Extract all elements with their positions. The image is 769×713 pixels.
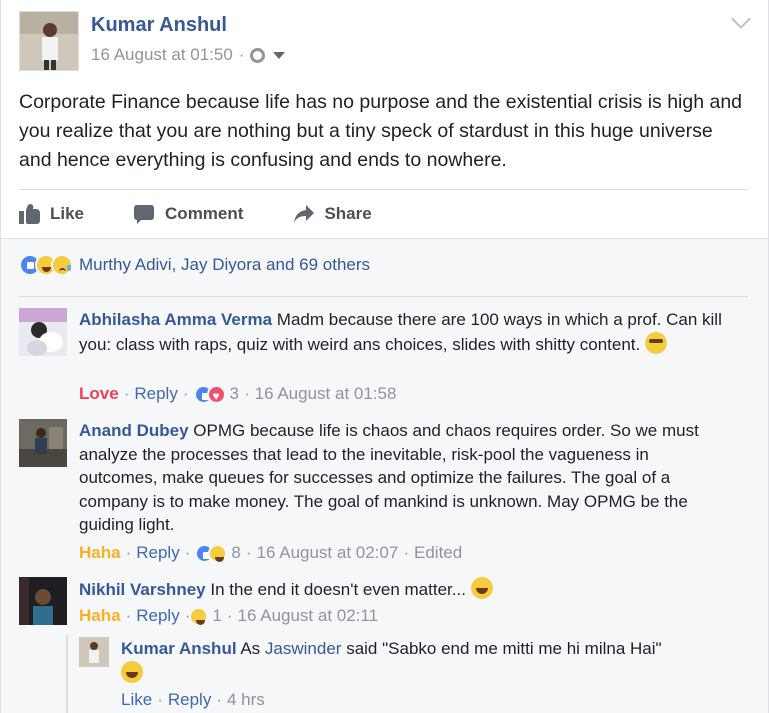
divider: [19, 296, 748, 297]
haha-reaction-icon: [189, 606, 209, 626]
comment-time[interactable]: 16 August at 02:07: [257, 543, 399, 563]
reply-text-before: As: [240, 639, 261, 658]
comment-icon: [134, 204, 156, 224]
commenter-name[interactable]: Anand Dubey: [79, 421, 189, 440]
caret-down-icon[interactable]: [273, 51, 286, 59]
comment-body: Anand Dubey OPMG because life is chaos a…: [79, 419, 729, 537]
sad-reaction-icon: [51, 254, 73, 276]
post-actions: Like Comment Share: [19, 200, 422, 228]
grin-emoji-icon: [470, 577, 493, 599]
post-author-name[interactable]: Kumar Anshul: [91, 14, 227, 37]
chevron-down-icon[interactable]: [731, 9, 751, 29]
post-card: Kumar Anshul 16 August at 01:50 · Corpor…: [0, 0, 769, 713]
share-label: Share: [324, 204, 372, 223]
haha-reaction-label[interactable]: Haha: [79, 606, 121, 626]
reaction-count[interactable]: 3: [230, 384, 239, 404]
replier-name[interactable]: Kumar Anshul: [121, 639, 237, 658]
smirk-emoji-icon: [644, 331, 667, 354]
reaction-summary[interactable]: Murthy Adivi, Jay Diyora and 69 others: [19, 254, 370, 276]
post-timestamp[interactable]: 16 August at 01:50: [91, 45, 233, 65]
replier-avatar[interactable]: [79, 637, 109, 667]
mention-link[interactable]: Jaswinder: [265, 639, 342, 658]
like-label: Like: [50, 204, 85, 223]
commenter-name[interactable]: Abhilasha Amma Verma: [79, 310, 272, 329]
comment-button[interactable]: Comment: [134, 204, 243, 224]
comment-time[interactable]: 16 August at 01:58: [255, 384, 397, 404]
reply-text-after: said "Sabko end me mitti me hi milna Hai…: [346, 639, 662, 658]
post-meta: 16 August at 01:50 ·: [91, 45, 286, 65]
share-arrow-icon: [293, 204, 315, 224]
comment-label: Comment: [165, 204, 244, 223]
love-reaction-icon: [206, 384, 226, 404]
reply-link[interactable]: Reply: [168, 690, 211, 710]
divider: [19, 189, 748, 190]
like-button[interactable]: Like: [19, 203, 85, 224]
comment-meta: Love · Reply · 3 · 16 August at 01:58: [79, 384, 396, 404]
thumbs-up-icon: [19, 203, 41, 224]
reply-link[interactable]: Reply: [136, 606, 179, 626]
reply-thread-line: [66, 635, 68, 713]
comment-text: In the end it doesn't even matter...: [210, 580, 466, 599]
reply-time[interactable]: 4 hrs: [227, 690, 265, 710]
reply-meta: Like · Reply · 4 hrs: [121, 690, 265, 710]
comment-time[interactable]: 16 August at 02:11: [238, 606, 379, 626]
commenter-avatar[interactable]: [19, 308, 67, 356]
haha-reaction-label[interactable]: Haha: [79, 543, 121, 563]
reaction-count[interactable]: 1: [212, 606, 221, 626]
reactor-names[interactable]: Murthy Adivi, Jay Diyora and 69 others: [79, 255, 370, 275]
reply-body: Kumar Anshul As Jaswinder said "Sabko en…: [121, 637, 721, 685]
commenter-avatar[interactable]: [19, 577, 67, 625]
comment-body: Nikhil Varshney In the end it doesn't ev…: [79, 577, 729, 602]
reaction-count[interactable]: 8: [231, 543, 240, 563]
meta-separator: ·: [238, 45, 245, 64]
reply-link[interactable]: Reply: [134, 384, 177, 404]
commenter-avatar[interactable]: [19, 419, 67, 467]
reply-link[interactable]: Reply: [136, 543, 179, 563]
comment-meta: Haha · Reply · 8 · 16 August at 02:07 · …: [79, 543, 463, 563]
share-button[interactable]: Share: [293, 204, 372, 224]
comment-meta: Haha · Reply · 1 · 16 August at 02:11: [79, 606, 379, 626]
love-reaction-label[interactable]: Love: [79, 384, 119, 404]
like-link[interactable]: Like: [121, 690, 152, 710]
post-text: Corporate Finance because life has no pu…: [19, 91, 743, 171]
author-avatar[interactable]: [19, 11, 79, 71]
haha-reaction-icon: [208, 543, 228, 563]
grimace-emoji-icon: [121, 660, 143, 683]
edited-label[interactable]: Edited: [414, 543, 462, 563]
globe-icon[interactable]: [250, 47, 266, 63]
comment-body: Abhilasha Amma Verma Madm because there …: [79, 308, 729, 356]
commenter-name[interactable]: Nikhil Varshney: [79, 580, 206, 599]
